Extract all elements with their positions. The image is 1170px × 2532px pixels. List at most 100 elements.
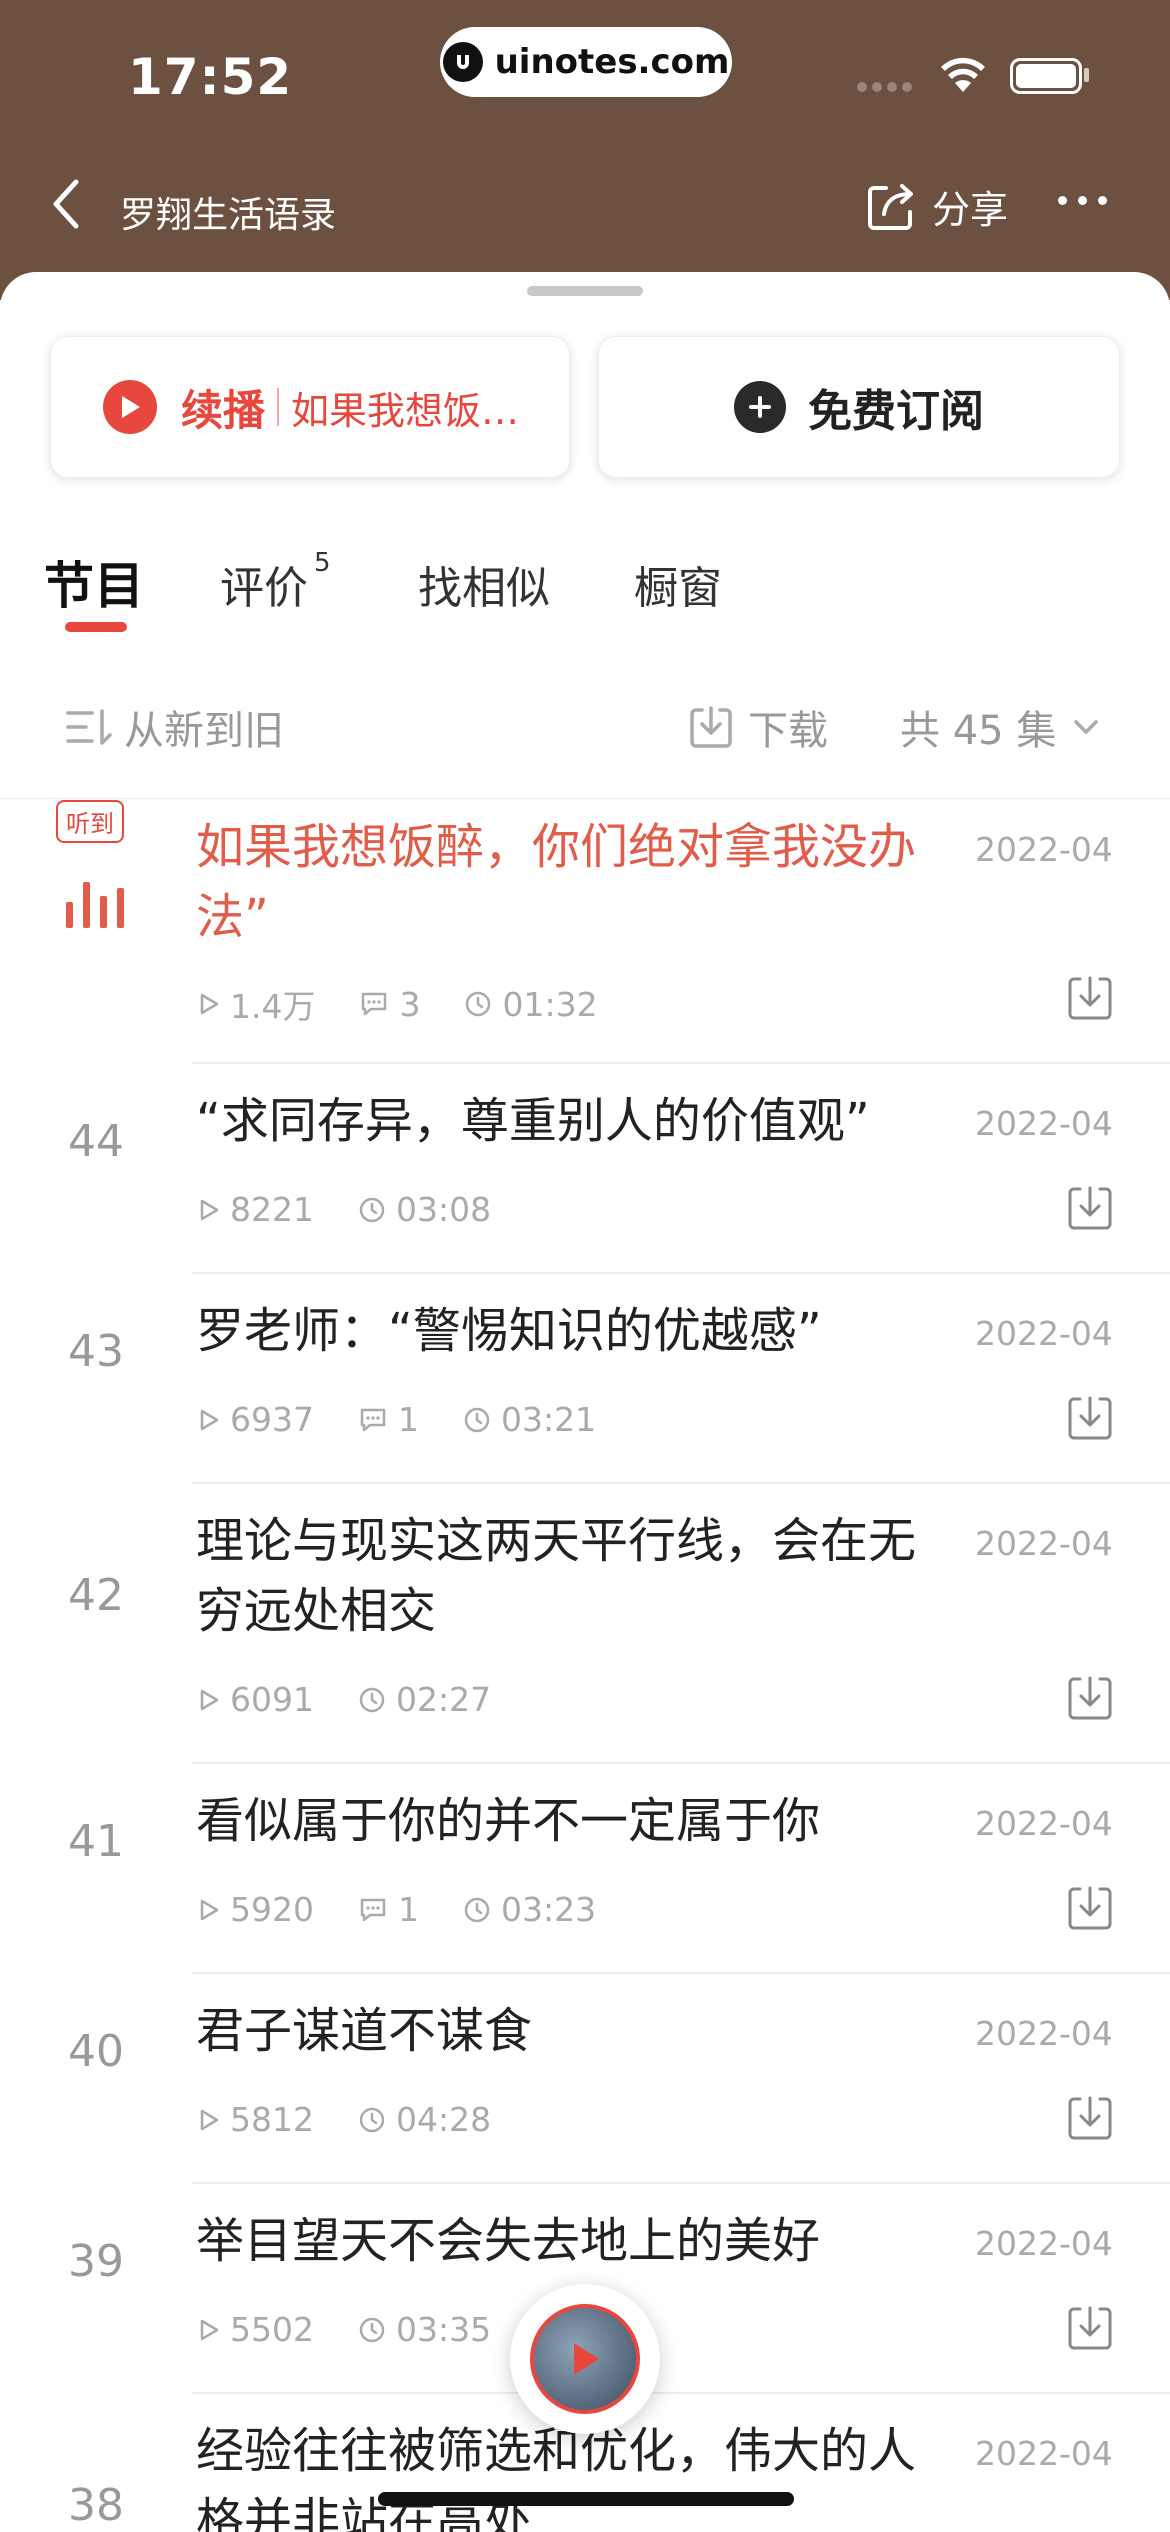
episode-meta: 1.4万 3 01:32 [198, 980, 598, 1028]
play-count-icon [200, 1199, 219, 1220]
episode-date: 2022-04 [975, 1524, 1113, 1563]
comment-icon [360, 1408, 386, 1431]
episode-title: 经验往往被筛选和优化，伟大的人格并非站在高处 [196, 2423, 917, 2532]
duration-icon [466, 991, 491, 1017]
episode-number: 38 [68, 2480, 124, 2531]
play-icon [103, 380, 157, 434]
subscribe-label: 免费订阅 [808, 386, 984, 437]
episode-row[interactable]: 40 君子谋道不谋食 2022-04 5812 04:28 [0, 1974, 1170, 2184]
episode-meta: 5920 1 03:23 [198, 1890, 596, 1929]
duration-icon [359, 2107, 385, 2132]
home-indicator [378, 2492, 794, 2506]
plus-icon [734, 381, 786, 433]
battery-icon [1010, 58, 1082, 94]
tab-showcase[interactable]: 橱窗 [634, 552, 722, 616]
site-logo-icon [442, 42, 483, 82]
episode-row[interactable]: 43 罗老师：“警惕知识的优越感” 2022-04 6937 1 03:21 [0, 1274, 1170, 1484]
reviews-count-badge: 5 [314, 548, 331, 578]
wifi-icon [941, 57, 985, 92]
active-tab-indicator [65, 622, 127, 632]
episode-row[interactable]: 44 “求同存异，尊重别人的价值观” 2022-04 8221 03:08 [0, 1064, 1170, 1274]
episode-meta: 6091 02:27 [198, 1680, 491, 1719]
more-options-icon[interactable] [1058, 196, 1107, 205]
episode-date: 2022-04 [975, 830, 1113, 869]
resume-episode-title: 如果我想饭… [291, 388, 520, 433]
sort-button[interactable]: 从新到旧 [64, 698, 284, 756]
download-label: 下载 [748, 708, 828, 754]
sort-icon [66, 709, 112, 745]
episode-title: 罗老师：“警惕知识的优越感” [196, 1303, 822, 1359]
tab-similar[interactable]: 找相似 [418, 552, 550, 616]
episode-title: 如果我想饭醉，你们绝对拿我没办法” [196, 819, 917, 945]
episode-meta: 5502 03:35 [198, 2310, 491, 2349]
tab-episodes[interactable]: 节目 [44, 546, 144, 618]
play-count-icon [200, 1899, 219, 1920]
episode-date: 2022-04 [975, 1314, 1113, 1353]
episode-number: 44 [68, 1116, 124, 1167]
play-count-icon [200, 1409, 219, 1430]
episode-date: 2022-04 [975, 1804, 1113, 1843]
episode-download-icon[interactable] [1066, 1394, 1114, 1442]
episode-title: “求同存异，尊重别人的价值观” [196, 1093, 870, 1149]
mini-player[interactable] [510, 2284, 660, 2434]
episode-date: 2022-04 [975, 2434, 1113, 2473]
status-time: 17:52 [128, 48, 293, 106]
episode-date: 2022-04 [975, 1104, 1113, 1143]
download-icon [690, 706, 732, 748]
back-icon[interactable] [48, 176, 84, 232]
share-button[interactable]: 分享 [864, 178, 1008, 234]
play-count-icon [200, 2319, 219, 2340]
url-text: uinotes.com [494, 42, 730, 82]
episode-title: 理论与现实这两天平行线，会在无穷远处相交 [196, 1513, 917, 1639]
share-label: 分享 [932, 187, 1009, 232]
episode-download-icon[interactable] [1066, 2094, 1114, 2142]
episode-row[interactable]: 如果我想饭醉，你们绝对拿我没办法” 2022-04 1.4万 3 01:32 [0, 798, 1170, 1064]
episode-row[interactable]: 41 看似属于你的并不一定属于你 2022-04 5920 1 03:23 [0, 1764, 1170, 1974]
download-button[interactable]: 下载 [688, 698, 828, 756]
url-pill[interactable]: uinotes.com [440, 27, 732, 97]
list-toolbar: 从新到旧 下载 共 45 集 [0, 690, 1170, 760]
duration-icon [359, 1197, 385, 1222]
play-count-icon [200, 1689, 219, 1710]
duration-icon [464, 1407, 490, 1432]
episode-meta: 5812 04:28 [198, 2100, 491, 2139]
cellular-signal-icon [857, 82, 912, 92]
play-count-icon [200, 2109, 219, 2130]
tab-reviews[interactable]: 评价 5 [220, 548, 331, 616]
sheet-drag-handle[interactable] [527, 286, 643, 296]
episode-title: 举目望天不会失去地上的美好 [196, 2213, 821, 2269]
episode-number: 42 [68, 1570, 124, 1621]
resume-separator [277, 388, 280, 426]
episode-title: 看似属于你的并不一定属于你 [196, 1793, 821, 1849]
comment-icon [360, 1898, 386, 1921]
resume-label: 续播 [181, 385, 266, 435]
episode-number: 41 [68, 1816, 124, 1867]
tab-bar: 节目 评价 5 找相似 橱窗 [0, 540, 1170, 640]
sort-label: 从新到旧 [124, 708, 284, 754]
nav-title: 罗翔生活语录 [120, 195, 337, 236]
episode-download-icon[interactable] [1066, 2304, 1114, 2352]
episode-meta: 8221 03:08 [198, 1190, 491, 1229]
episode-download-icon[interactable] [1066, 974, 1114, 1022]
episode-count-selector[interactable]: 共 45 集 [900, 698, 1100, 756]
share-icon [868, 184, 913, 230]
battery-tip [1084, 68, 1089, 82]
comment-icon [362, 992, 387, 1016]
episode-row[interactable]: 42 理论与现实这两天平行线，会在无穷远处相交 2022-04 6091 02:… [0, 1484, 1170, 1764]
duration-icon [359, 1687, 385, 1712]
episode-count-label: 共 45 集 [900, 708, 1057, 754]
episode-download-icon[interactable] [1066, 1674, 1114, 1722]
resume-play-button[interactable]: 续播 如果我想饭… [50, 336, 570, 478]
play-icon [574, 2343, 599, 2375]
episode-date: 2022-04 [975, 2014, 1113, 2053]
episode-date: 2022-04 [975, 2224, 1113, 2263]
episode-meta: 6937 1 03:21 [198, 1400, 596, 1439]
episode-number: 43 [68, 1326, 124, 1377]
subscribe-button[interactable]: 免费订阅 [598, 336, 1120, 478]
chevron-down-icon [1074, 720, 1099, 734]
episode-download-icon[interactable] [1066, 1884, 1114, 1932]
duration-icon [464, 1897, 490, 1922]
episode-number: 40 [68, 2026, 124, 2077]
episode-download-icon[interactable] [1066, 1184, 1114, 1232]
play-count-icon [200, 993, 219, 1015]
